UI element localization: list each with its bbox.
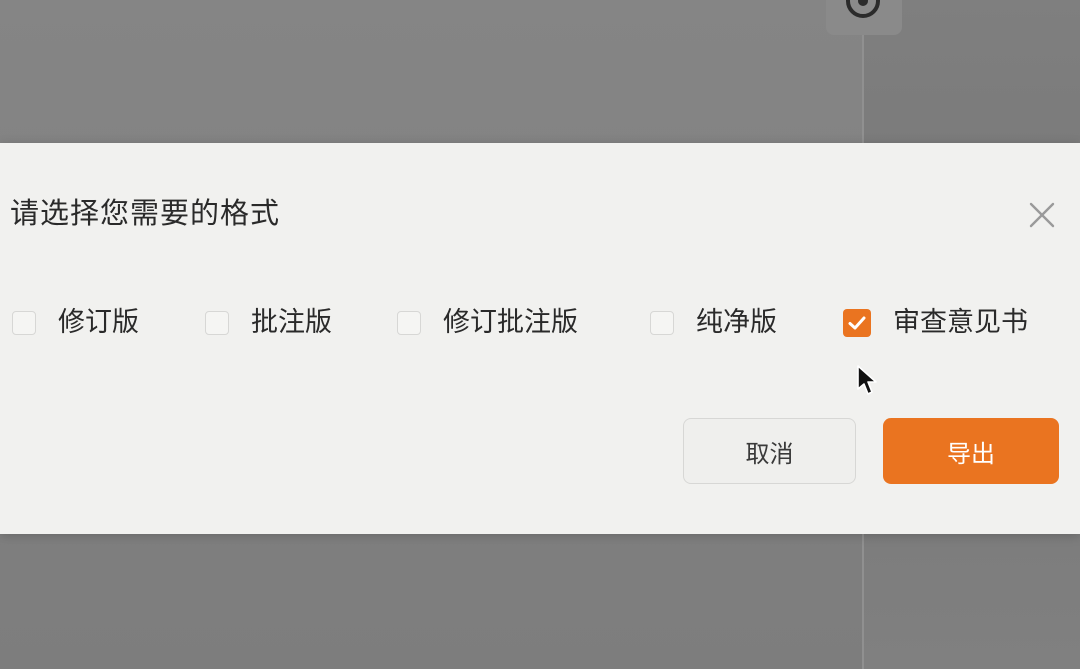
export-format-dialog: 请选择您需要的格式 修订版 批注版 修订批注版 纯净版 审查意见书 取消 导出 xyxy=(0,143,1080,534)
checkbox-checked[interactable] xyxy=(843,309,871,337)
option-clean[interactable]: 纯净版 xyxy=(650,303,777,343)
checkbox[interactable] xyxy=(397,311,421,335)
checkbox[interactable] xyxy=(650,311,674,335)
option-label: 批注版 xyxy=(251,307,332,338)
checkbox[interactable] xyxy=(205,311,229,335)
dialog-title: 请选择您需要的格式 xyxy=(10,196,281,230)
export-button[interactable]: 导出 xyxy=(883,418,1059,484)
format-options: 修订版 批注版 修订批注版 纯净版 审查意见书 xyxy=(0,303,1080,343)
option-annotation[interactable]: 批注版 xyxy=(205,303,332,343)
option-revision[interactable]: 修订版 xyxy=(12,303,139,343)
option-label: 纯净版 xyxy=(696,307,777,338)
option-label: 修订批注版 xyxy=(443,307,578,338)
close-icon xyxy=(1029,202,1055,228)
option-label: 审查意见书 xyxy=(893,307,1028,338)
cancel-button[interactable]: 取消 xyxy=(683,418,856,484)
option-label: 修订版 xyxy=(58,307,139,338)
check-icon xyxy=(848,316,866,330)
mouse-pointer-icon xyxy=(856,364,878,398)
close-button[interactable] xyxy=(1022,195,1062,235)
option-review-opinion[interactable]: 审查意见书 xyxy=(843,303,1028,343)
checkbox[interactable] xyxy=(12,311,36,335)
option-revision-annotation[interactable]: 修订批注版 xyxy=(397,303,578,343)
